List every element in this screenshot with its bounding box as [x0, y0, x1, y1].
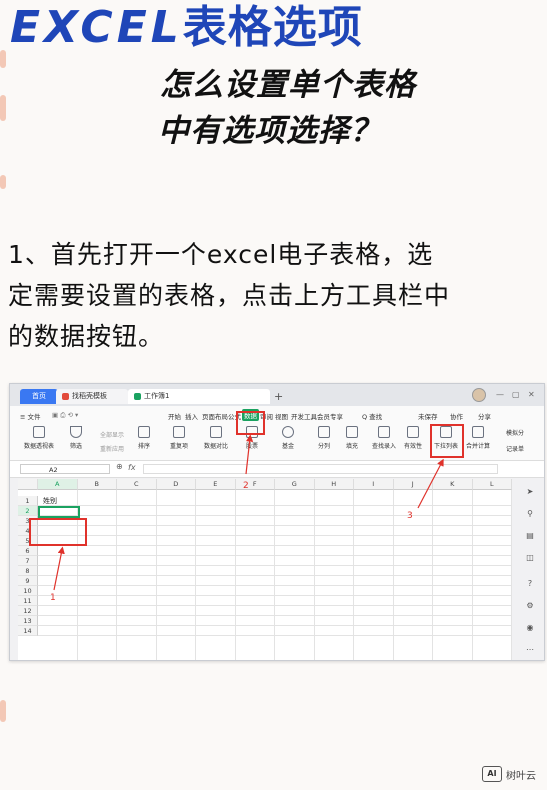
subtitle-line: 怎么设置单个表格 — [160, 67, 416, 103]
decor-mark — [0, 95, 6, 121]
arrow-1 — [53, 546, 65, 591]
decor-mark — [0, 175, 6, 189]
watermark-text: 树叶云 — [506, 771, 536, 782]
annotation-number-2: 2 — [243, 481, 249, 491]
decor-mark — [0, 50, 6, 68]
title-english: EXCEL — [10, 2, 183, 53]
annotation-number-3: 3 — [407, 511, 413, 521]
title-chinese: 表格选项 — [182, 2, 363, 53]
page-title: EXCEL表格选项 — [10, 2, 363, 54]
arrow-3 — [417, 458, 444, 509]
annotation-number-1: 1 — [50, 593, 56, 603]
arrow-2 — [245, 434, 254, 475]
step-line: 的数据按钮。 — [8, 322, 165, 351]
spreadsheet-screenshot: 首页 找稻壳模板 工作簿1 + — ▢ ✕ ≡ 文件 ▣ ⎙ ⟲ ▾ 开始 插入… — [9, 383, 545, 661]
annotation-arrows — [53, 434, 444, 591]
step-line: 1、首先打开一个excel电子表格，选 — [8, 240, 434, 269]
decor-mark — [0, 700, 6, 722]
page-subtitle: 怎么设置单个表格 中有选项选择？ — [158, 62, 540, 154]
step-line: 定需要设置的表格，点击上方工具栏中 — [8, 281, 451, 310]
step-1-text: 1、首先打开一个excel电子表格，选 定需要设置的表格，点击上方工具栏中 的数… — [8, 234, 543, 357]
ai-badge: AI — [482, 766, 502, 782]
subtitle-line: 中有选项选择？ — [158, 113, 382, 149]
